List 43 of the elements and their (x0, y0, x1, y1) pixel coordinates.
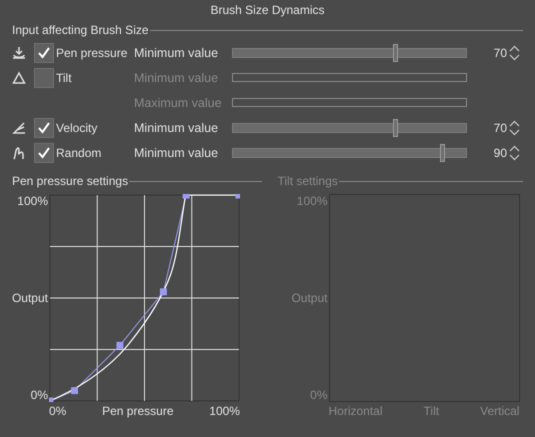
input-label: Pen pressure (56, 46, 128, 60)
parameter-label: Minimum value (134, 146, 218, 160)
panel-title: Brush Size Dynamics (209, 2, 326, 19)
triangle-icon (12, 70, 26, 84)
axis-label: 0% (30, 388, 48, 402)
parameter-label: Minimum value (134, 120, 218, 134)
axis-label: Vertical (480, 404, 520, 418)
axis-label: 100% (209, 404, 240, 418)
axis-label: Horizontal (328, 404, 383, 418)
value-text: 70 (494, 120, 507, 134)
axis-label: 0% (310, 388, 328, 402)
spinner-icon[interactable] (509, 120, 520, 136)
axis-label: 0% (49, 404, 66, 418)
checkbox[interactable] (34, 118, 54, 138)
slider-thumb[interactable] (440, 144, 445, 162)
random-icon (12, 146, 26, 160)
axis-label: Output (291, 291, 328, 305)
axis-label: Tilt (424, 404, 440, 418)
section-title: Input affecting Brush Size (12, 23, 149, 37)
value-text: 90 (494, 146, 507, 160)
axis-label: 100% (17, 194, 48, 208)
value-text: 70 (494, 46, 507, 60)
checkbox[interactable] (34, 42, 54, 62)
axis-label: 100% (296, 194, 328, 208)
checkbox[interactable] (34, 142, 54, 162)
parameter-label: Minimum value (134, 46, 218, 60)
axis-label: Output (12, 291, 48, 305)
section-title: Tilt settings (278, 174, 338, 188)
parameter-label: Minimum value (134, 70, 218, 84)
slider-thumb[interactable] (393, 118, 398, 136)
pen-pressure-icon (12, 46, 26, 60)
input-label: Velocity (56, 120, 98, 134)
axis-label: Pen pressure (102, 404, 174, 418)
parameter-label: Maximum value (134, 96, 222, 110)
section-title: Pen pressure settings (12, 174, 128, 188)
input-label: Random (56, 146, 102, 160)
spinner-icon[interactable] (509, 144, 520, 160)
checkbox[interactable] (34, 68, 54, 88)
input-label: Tilt (56, 70, 72, 84)
slider-thumb[interactable] (393, 44, 398, 62)
spinner-icon[interactable] (509, 44, 520, 60)
curve-editor[interactable] (49, 194, 240, 402)
velocity-icon (12, 120, 26, 134)
